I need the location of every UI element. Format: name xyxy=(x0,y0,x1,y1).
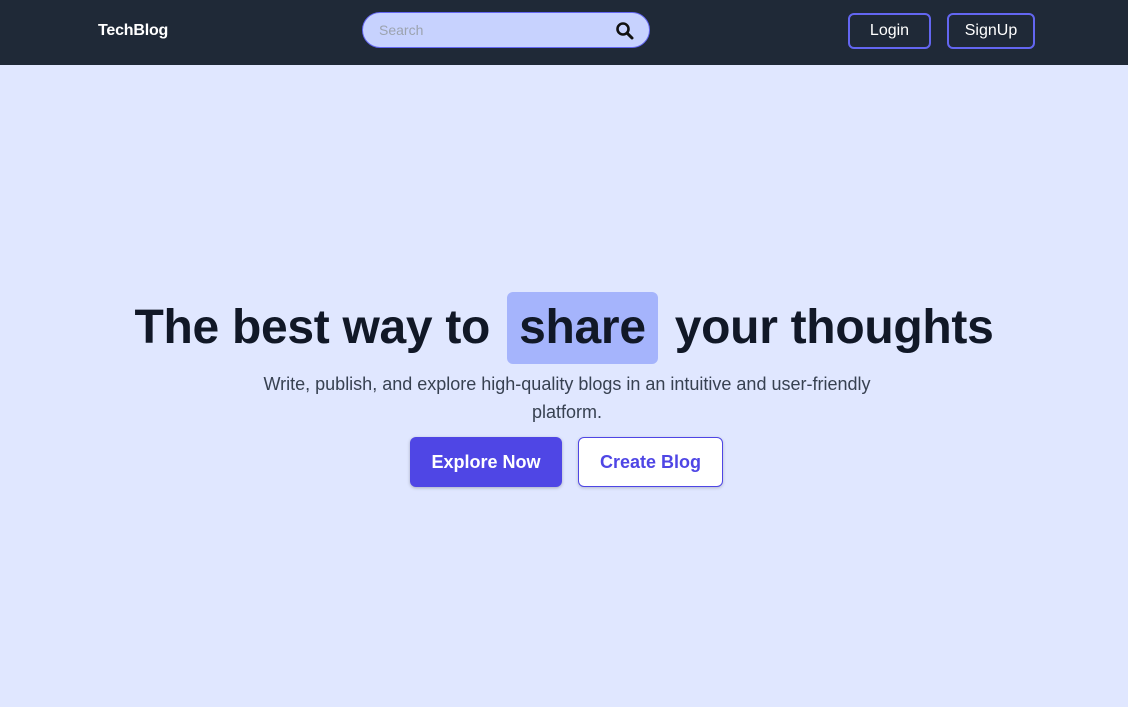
signup-button[interactable]: SignUp xyxy=(947,13,1035,49)
explore-now-button[interactable]: Explore Now xyxy=(410,437,562,487)
search-bar xyxy=(362,12,650,48)
navbar: TechBlog Login SignUp xyxy=(0,0,1128,65)
hero-title-suffix: your thoughts xyxy=(674,301,994,354)
create-blog-button[interactable]: Create Blog xyxy=(578,437,723,487)
hero-title: The best way to share your thoughts xyxy=(0,292,1128,364)
hero-title-highlight: share xyxy=(507,292,658,364)
search-input[interactable] xyxy=(379,13,599,47)
login-button[interactable]: Login xyxy=(848,13,931,49)
hero-title-prefix: The best way to xyxy=(134,301,491,354)
search-icon[interactable] xyxy=(615,21,635,41)
brand-logo[interactable]: TechBlog xyxy=(98,21,168,41)
hero-subtitle: Write, publish, and explore high-quality… xyxy=(263,374,871,422)
